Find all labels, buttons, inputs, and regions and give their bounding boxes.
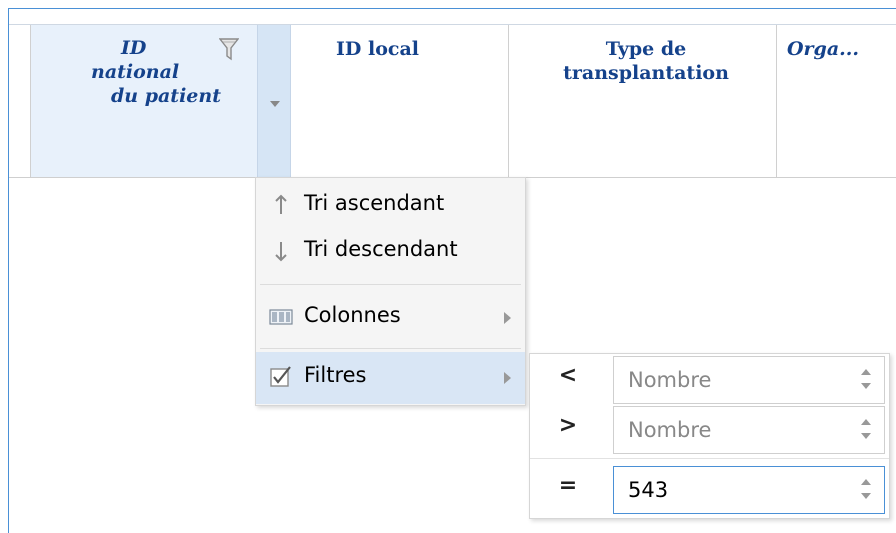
grid-header-row: ID national du patient ID local Type de … — [9, 25, 896, 178]
filter-row-less-than: < Nombre — [530, 354, 889, 406]
columns-icon — [268, 304, 294, 330]
filter-row-greater-than: > Nombre — [530, 404, 889, 456]
filter-operator-label: > — [558, 413, 578, 438]
filter-eq-input[interactable]: 543 — [613, 466, 885, 514]
menu-separator — [260, 348, 521, 349]
spinner-icon[interactable] — [860, 369, 872, 393]
row-number-header — [9, 25, 31, 177]
column-header-label-line-1: ID — [121, 37, 147, 59]
chevron-down-icon — [270, 101, 280, 107]
spinner-icon[interactable] — [860, 419, 872, 443]
menu-item-label: Filtres — [304, 363, 367, 387]
menu-item-filters[interactable]: Filtres — [256, 352, 525, 404]
menu-item-label: Tri descendant — [304, 237, 458, 261]
submenu-arrow-icon — [504, 372, 511, 384]
arrow-up-icon — [268, 192, 294, 218]
submenu-arrow-icon — [504, 312, 511, 324]
grid-top-border — [8, 8, 896, 9]
checkbox-checked-icon — [268, 364, 294, 390]
filter-input-placeholder: Nombre — [628, 418, 712, 442]
filter-operator-label: = — [558, 473, 578, 498]
filter-icon — [218, 37, 240, 68]
filters-submenu: < Nombre > Nombre = 543 — [529, 353, 890, 519]
arrow-down-icon — [268, 238, 294, 264]
column-header-type-transplantation[interactable]: Type de transplantation — [509, 25, 777, 177]
menu-item-label: Tri ascendant — [304, 191, 445, 215]
column-header-label: ID local — [336, 38, 419, 60]
menu-item-sort-desc[interactable]: Tri descendant — [256, 226, 525, 278]
filter-input-value: 543 — [628, 478, 669, 502]
filter-lt-input[interactable]: Nombre — [613, 356, 885, 404]
column-header-id-national[interactable]: ID national du patient — [31, 25, 266, 177]
column-header-label: Orga... — [787, 38, 860, 60]
spinner-icon[interactable] — [860, 479, 872, 503]
menu-item-columns[interactable]: Colonnes — [256, 292, 525, 344]
column-menu-trigger[interactable] — [257, 25, 291, 177]
filter-gt-input[interactable]: Nombre — [613, 406, 885, 454]
menu-separator — [260, 284, 521, 285]
filter-row-equal: = 543 — [530, 464, 889, 516]
filter-separator — [530, 458, 889, 459]
column-header-label-line-2: national — [91, 61, 180, 83]
filter-operator-label: < — [558, 363, 578, 388]
column-header-label: Type de transplantation — [563, 38, 729, 84]
column-header-label-line-3: du patient — [111, 85, 221, 107]
column-header-id-local[interactable]: ID local — [291, 25, 509, 177]
column-header-organe[interactable]: Orga... — [777, 25, 896, 177]
filter-input-placeholder: Nombre — [628, 368, 712, 392]
menu-item-sort-asc[interactable]: Tri ascendant — [256, 180, 525, 232]
menu-item-label: Colonnes — [304, 303, 401, 327]
column-context-menu: Tri ascendant Tri descendant Colonnes Fi — [255, 177, 526, 406]
